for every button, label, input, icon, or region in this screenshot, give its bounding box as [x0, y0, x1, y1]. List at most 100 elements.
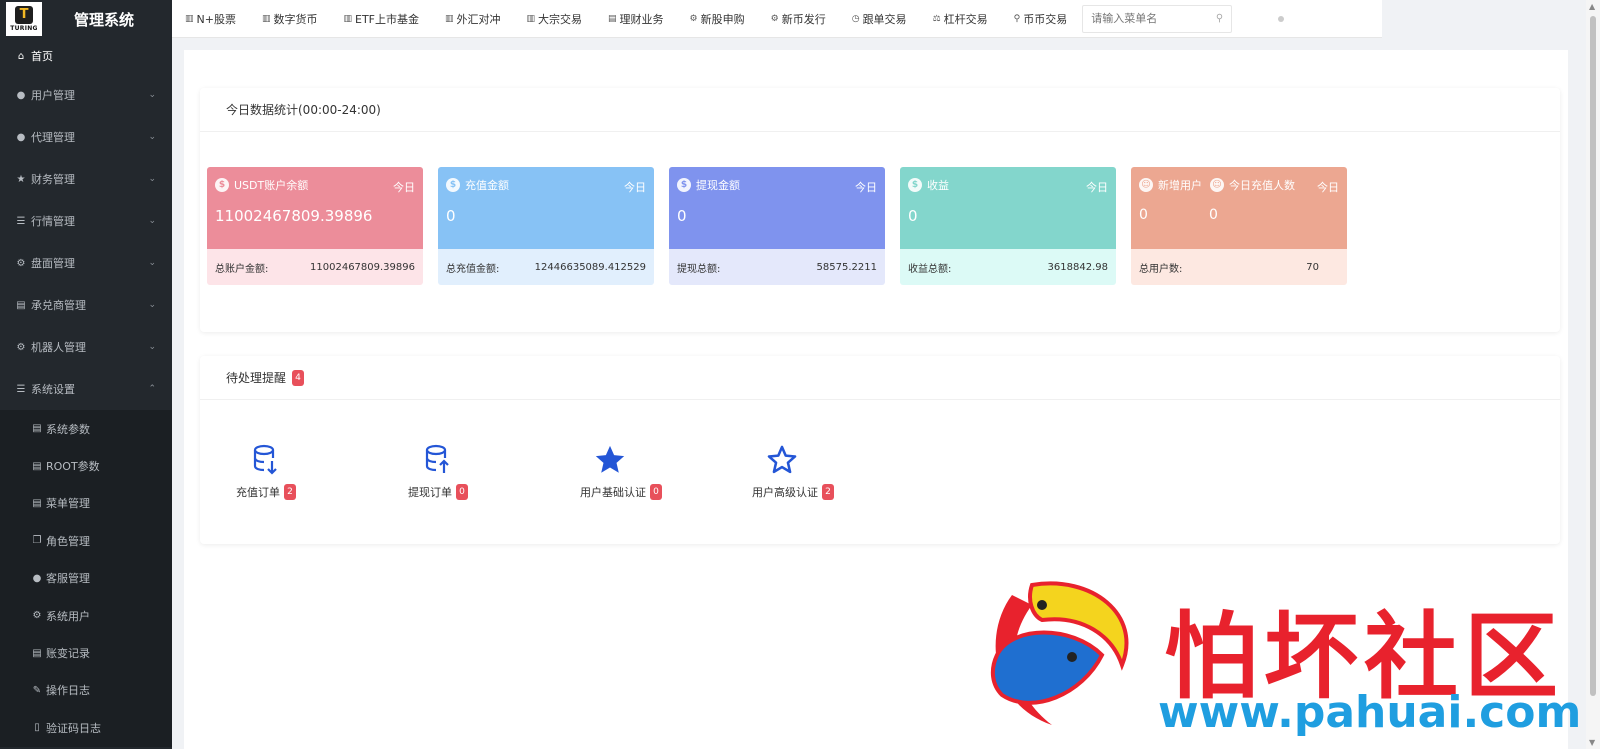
pending-item-label: 用户高级认证 — [752, 486, 818, 499]
sidebar-item-label: 代理管理 — [31, 131, 75, 144]
chevron-down-icon: ⌄ — [148, 342, 156, 352]
nav-item-label: 理财业务 — [619, 12, 664, 26]
chevron-down-icon: ⌄ — [148, 132, 156, 142]
bar-chart-icon: ▥ — [261, 13, 271, 24]
chevron-down-icon: ⌄ — [148, 258, 156, 268]
table-icon: ▤ — [32, 497, 42, 509]
nav-item-copy-trade[interactable]: ◷ 跟单交易 — [839, 0, 920, 38]
gear-icon: ⚙ — [770, 13, 779, 24]
card-value-recharge-users: 0 — [1209, 207, 1218, 223]
nav-item-wealth[interactable]: ▤ 理财业务 — [595, 0, 677, 38]
status-dot[interactable] — [1278, 15, 1285, 22]
nav-item-etf[interactable]: ▥ ETF上市基金 — [330, 0, 432, 38]
sidebar-item-label: 账变记录 — [46, 647, 90, 661]
stats-cards: $ USDT账户余额 今日 11002467809.39896 总账户金额: 11… — [207, 167, 1362, 285]
logo: T TURING — [6, 2, 42, 36]
sidebar-item-system-settings[interactable]: ☰ 系统设置 ⌃ — [0, 368, 172, 410]
gear-icon: ⚙ — [32, 610, 42, 622]
chevron-down-icon: ⌄ — [148, 174, 156, 184]
smile-icon: ☺ — [1210, 178, 1224, 192]
star-filled-icon — [580, 442, 640, 478]
menu-search-input[interactable] — [1091, 12, 1202, 25]
nav-item-label: 币币交易 — [1023, 12, 1068, 26]
card-value-new-users: 0 — [1139, 207, 1148, 223]
card-title-recharge-users: 今日充值人数 — [1229, 179, 1295, 192]
database-up-icon — [408, 442, 468, 478]
nav-item-coin-trade[interactable]: ⚲ 币币交易 — [1001, 0, 1081, 38]
sidebar-subitem-operation-log[interactable]: ✎ 操作日志 — [0, 672, 172, 709]
card-top: $ 充值金额 今日 0 — [438, 167, 654, 249]
card-bottom-value: 12446635089.412529 — [534, 261, 646, 273]
sidebar-item-market-management[interactable]: ☰ 行情管理 ⌄ — [0, 200, 172, 242]
sidebar-item-agent-management[interactable]: ● 代理管理 ⌄ — [0, 116, 172, 158]
sidebar-item-robot-management[interactable]: ⚙ 机器人管理 ⌄ — [0, 326, 172, 368]
sidebar-item-label: 系统用户 — [46, 609, 90, 623]
database-down-icon — [236, 442, 296, 478]
nav-item-new-coin[interactable]: ⚙ 新币发行 — [758, 0, 839, 38]
sidebar-subitem-system-users[interactable]: ⚙ 系统用户 — [0, 597, 172, 634]
logo-text: TURING — [10, 25, 38, 32]
nav-item-label: 数字货币 — [273, 12, 318, 26]
card-top: $ 收益 今日 0 — [900, 167, 1116, 249]
card-value: 0 — [446, 207, 456, 225]
nav-item-stocks[interactable]: ▥ N+股票 — [172, 0, 249, 38]
card-today-label: 今日 — [624, 181, 646, 194]
pending-item-badge: 2 — [822, 484, 834, 500]
watermark: 怕坏社区 www.pahuai.com — [972, 575, 1592, 745]
nav-item-leverage[interactable]: ⚖ 杠杆交易 — [920, 0, 1001, 38]
pending-item-basic-verification[interactable]: 用户基础认证 0 — [580, 442, 752, 500]
card-usdt-balance: $ USDT账户余额 今日 11002467809.39896 总账户金额: 11… — [207, 167, 423, 285]
scroll-up-icon[interactable]: ▲ — [1589, 2, 1595, 11]
sidebar: T TURING 管理系统 ⌂ 首页 ● 用户管理 ⌄ ● 代理管理 ⌄ ★ 财… — [0, 0, 172, 749]
sidebar-subitem-role-management[interactable]: ❐ 角色管理 — [0, 522, 172, 559]
sidebar-subitem-system-params[interactable]: ▤ 系统参数 — [0, 410, 172, 447]
card-today-label: 今日 — [1317, 181, 1339, 194]
menu-search: ⚲ — [1082, 4, 1233, 33]
watermark-url: www.pahuai.com — [1158, 687, 1582, 738]
search-icon[interactable]: ⚲ — [1216, 13, 1223, 24]
brand: T TURING 管理系统 — [0, 0, 172, 38]
sidebar-item-home[interactable]: ⌂ 首页 — [0, 38, 172, 74]
sidebar-subitem-root-params[interactable]: ▤ ROOT参数 — [0, 447, 172, 484]
sidebar-item-finance-management[interactable]: ★ 财务管理 ⌄ — [0, 158, 172, 200]
user-icon: ● — [32, 572, 42, 584]
nav-item-crypto[interactable]: ▥ 数字货币 — [249, 0, 331, 38]
sidebar-subitem-menu-management[interactable]: ▤ 菜单管理 — [0, 485, 172, 522]
pending-item-withdraw-orders[interactable]: 提现订单 0 — [408, 442, 580, 500]
pending-item-label: 充值订单 — [236, 486, 280, 499]
sidebar-subitem-account-changes[interactable]: ▤ 账变记录 — [0, 634, 172, 671]
stats-panel: 今日数据统计(00:00-24:00) $ USDT账户余额 今日 1100246… — [200, 88, 1560, 332]
star-outline-icon — [752, 442, 812, 478]
stats-title: 今日数据统计(00:00-24:00) — [200, 88, 1560, 132]
card-bottom: 总账户金额: 11002467809.39896 — [207, 249, 423, 285]
bar-chart-icon: ▥ — [185, 13, 194, 24]
sidebar-subitem-service-management[interactable]: ● 客服管理 — [0, 560, 172, 597]
card-bottom: 总充值金额: 12446635089.412529 — [438, 249, 654, 285]
sidebar-item-label: 验证码日志 — [46, 721, 101, 735]
nav-item-block-trade[interactable]: ▥ 大宗交易 — [514, 0, 596, 38]
nav-item-forex[interactable]: ▥ 外汇对冲 — [432, 0, 514, 38]
card-bottom-label: 总账户金额: — [215, 263, 269, 275]
sidebar-item-user-management[interactable]: ● 用户管理 ⌄ — [0, 74, 172, 116]
card-bottom-label: 提现总额: — [677, 263, 721, 275]
gear-icon: ⚙ — [16, 257, 26, 269]
bar-chart-icon: ▥ — [343, 13, 352, 24]
pending-item-advanced-verification[interactable]: 用户高级认证 2 — [752, 442, 924, 500]
card-title: 充值金额 — [465, 179, 509, 192]
home-icon: ⌂ — [17, 50, 25, 62]
card-title: 提现金额 — [696, 179, 740, 192]
sidebar-item-acceptor-management[interactable]: ▤ 承兑商管理 ⌄ — [0, 284, 172, 326]
sidebar-item-label: 机器人管理 — [31, 341, 86, 354]
pending-item-badge: 0 — [650, 484, 662, 500]
sidebar-subitem-captcha-log[interactable]: ▯ 验证码日志 — [0, 709, 172, 746]
sidebar-item-board-management[interactable]: ⚙ 盘面管理 ⌄ — [0, 242, 172, 284]
pending-item-recharge-orders[interactable]: 充值订单 2 — [236, 442, 408, 500]
pending-header: 待处理提醒 4 — [200, 356, 1560, 400]
nav-item-ipo[interactable]: ⚙ 新股申购 — [677, 0, 758, 38]
pending-title: 待处理提醒 — [226, 371, 287, 385]
sidebar-item-label: 系统设置 — [31, 383, 75, 396]
nav-item-label: N+股票 — [196, 12, 236, 26]
chevron-down-icon: ⌄ — [148, 216, 156, 226]
card-today-label: 今日 — [1086, 181, 1108, 194]
table-icon: ▤ — [608, 13, 617, 24]
